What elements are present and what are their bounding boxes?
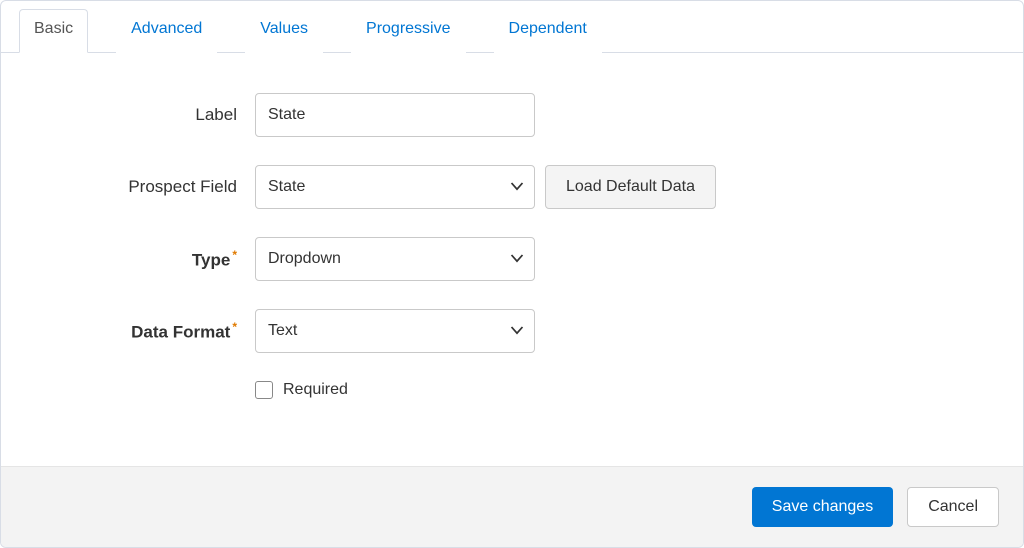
data-format-value: Text <box>268 322 297 340</box>
tab-advanced[interactable]: Advanced <box>116 9 217 53</box>
label-input[interactable] <box>255 93 535 137</box>
label-label: Label <box>25 105 255 125</box>
row-label: Label <box>25 93 999 137</box>
required-label: Required <box>283 381 348 399</box>
row-data-format: Data Format* Text <box>25 309 999 353</box>
row-type: Type* Dropdown <box>25 237 999 281</box>
save-changes-button[interactable]: Save changes <box>752 487 893 527</box>
tab-progressive[interactable]: Progressive <box>351 9 465 53</box>
field-editor-card: Basic Advanced Values Progressive Depend… <box>0 0 1024 548</box>
row-required: Required <box>25 381 999 399</box>
label-data-format: Data Format* <box>25 320 255 343</box>
tab-dependent[interactable]: Dependent <box>494 9 602 53</box>
type-select[interactable]: Dropdown <box>255 237 535 281</box>
footer: Save changes Cancel <box>1 466 1023 547</box>
prospect-field-value: State <box>268 178 305 196</box>
load-default-data-button[interactable]: Load Default Data <box>545 165 716 209</box>
prospect-field-select[interactable]: State <box>255 165 535 209</box>
label-type: Type* <box>25 248 255 271</box>
label-prospect-field: Prospect Field <box>25 177 255 197</box>
tabs: Basic Advanced Values Progressive Depend… <box>1 9 1023 53</box>
chevron-down-icon <box>510 252 524 266</box>
tab-basic[interactable]: Basic <box>19 9 88 53</box>
tab-values[interactable]: Values <box>245 9 323 53</box>
required-asterisk-icon: * <box>232 248 237 262</box>
row-prospect-field: Prospect Field State Load Default Data <box>25 165 999 209</box>
chevron-down-icon <box>510 180 524 194</box>
required-asterisk-icon: * <box>232 320 237 334</box>
cancel-button[interactable]: Cancel <box>907 487 999 527</box>
data-format-select[interactable]: Text <box>255 309 535 353</box>
chevron-down-icon <box>510 324 524 338</box>
form-area: Label Prospect Field State Load Default … <box>1 53 1023 466</box>
required-checkbox[interactable] <box>255 381 273 399</box>
type-value: Dropdown <box>268 250 341 268</box>
